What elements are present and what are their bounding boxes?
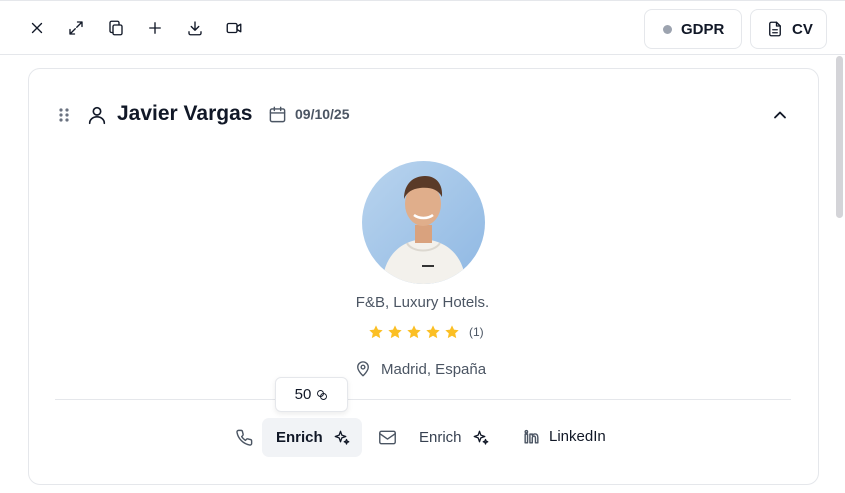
toolbar: GDPR CV xyxy=(0,0,845,55)
status-dot xyxy=(663,24,672,34)
copy-icon[interactable] xyxy=(106,18,126,38)
gdpr-label: GDPR xyxy=(681,20,725,38)
rating-count: (1) xyxy=(469,325,484,339)
enrich-phone-button[interactable]: Enrich xyxy=(262,418,362,457)
gdpr-button[interactable]: GDPR xyxy=(644,9,742,49)
linkedin-link[interactable]: LinkedIn xyxy=(522,427,606,446)
contact-tagline: F&B, Luxury Hotels. xyxy=(355,294,490,311)
star-icon xyxy=(368,324,384,340)
drag-handle-icon[interactable] xyxy=(58,107,70,123)
calendar-icon xyxy=(268,105,287,124)
contact-name: Javier Vargas xyxy=(117,102,253,125)
divider xyxy=(55,399,791,400)
location: Madrid, España xyxy=(354,360,486,378)
phone-icon xyxy=(235,428,254,447)
coins-icon xyxy=(317,389,328,400)
star-icon xyxy=(387,324,403,340)
contact-date: 09/10/25 xyxy=(295,106,350,122)
enrich-phone-label: Enrich xyxy=(276,429,323,446)
avatar xyxy=(362,161,485,284)
cv-label: CV xyxy=(792,20,813,38)
sparkles-icon xyxy=(334,430,350,445)
star-icon xyxy=(406,324,422,340)
star-rating: (1) xyxy=(368,324,484,340)
enrich-email-label: Enrich xyxy=(419,429,462,446)
enrich-email-button[interactable]: Enrich xyxy=(406,418,506,457)
linkedin-label: LinkedIn xyxy=(549,428,606,445)
document-icon xyxy=(769,21,781,37)
location-text: Madrid, España xyxy=(381,360,487,378)
video-icon[interactable] xyxy=(224,18,244,38)
linkedin-icon xyxy=(524,429,539,444)
star-icon xyxy=(425,324,441,340)
star-icon xyxy=(444,324,460,340)
map-pin-icon xyxy=(357,361,369,377)
credit-cost-tooltip: 50 xyxy=(275,377,348,412)
user-icon xyxy=(86,104,108,126)
cv-button[interactable]: CV xyxy=(750,9,827,49)
download-icon[interactable] xyxy=(185,18,205,38)
chevron-up-icon[interactable] xyxy=(770,105,790,125)
mail-icon xyxy=(378,429,397,446)
credit-cost-value: 50 xyxy=(294,386,312,403)
scrollbar-thumb[interactable] xyxy=(836,56,843,218)
sparkles-icon xyxy=(473,430,488,445)
plus-icon[interactable] xyxy=(145,18,165,38)
close-icon[interactable] xyxy=(27,18,47,38)
expand-icon[interactable] xyxy=(66,18,86,38)
